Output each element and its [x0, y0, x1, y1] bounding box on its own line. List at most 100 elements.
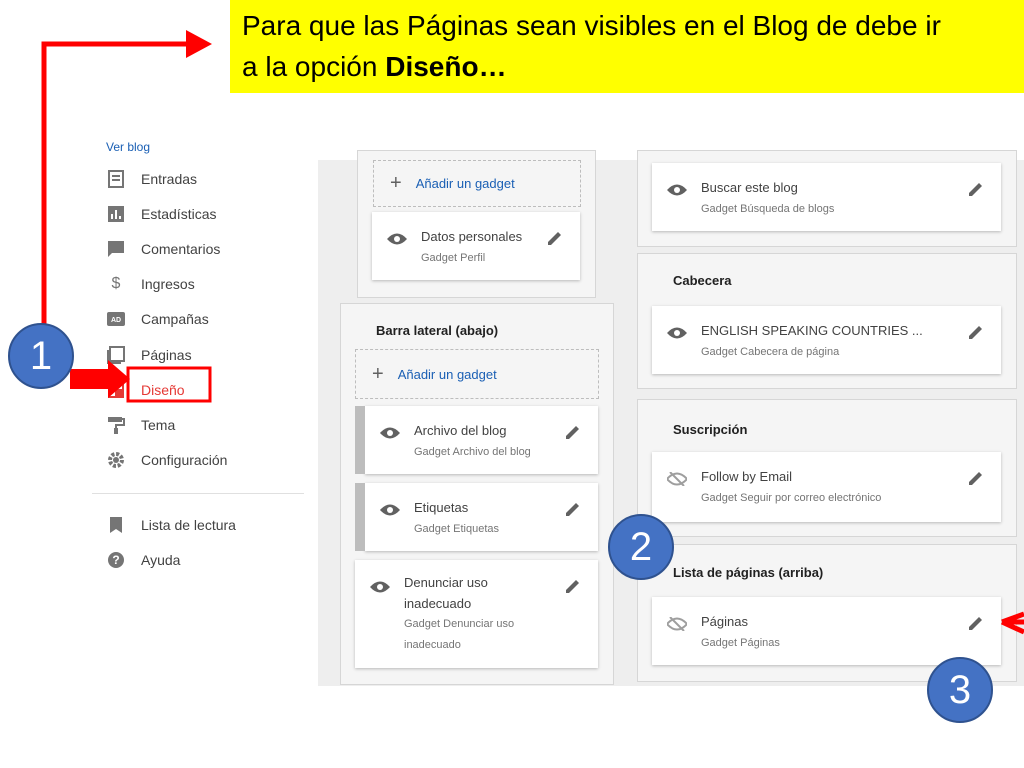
gadget-follow-by-email[interactable]: Follow by Email Gadget Seguir por correo… — [652, 452, 1001, 522]
plus-icon: + — [390, 172, 402, 194]
eye-icon[interactable] — [387, 232, 407, 246]
gadget-cabecera[interactable]: ENGLISH SPEAKING COUNTRIES ... Gadget Ca… — [652, 306, 1001, 374]
add-gadget-button[interactable]: + Añadir un gadget — [355, 349, 599, 399]
gadget-datos-personales[interactable]: Datos personales Gadget Perfil — [372, 212, 580, 280]
sidebar-item-ingresos[interactable]: $ Ingresos — [106, 269, 306, 299]
instruction-callout: Para que las Páginas sean visibles en el… — [230, 0, 1024, 93]
section-title: Suscripción — [673, 422, 748, 437]
edit-pencil-icon[interactable] — [546, 229, 564, 247]
gadget-buscar-este-blog[interactable]: Buscar este blog Gadget Búsqueda de blog… — [652, 163, 1001, 231]
gadget-name: Datos personales — [421, 229, 523, 244]
sidebar-item-label: Configuración — [141, 452, 228, 468]
sidebar-item-ayuda[interactable]: ? Ayuda — [106, 545, 306, 575]
sidebar-item-label: Campañas — [141, 311, 209, 327]
stats-icon — [106, 204, 126, 224]
sidebar-item-estadisticas[interactable]: Estadísticas — [106, 199, 306, 229]
gear-icon — [106, 450, 126, 470]
plus-icon: + — [372, 362, 384, 385]
gadget-name: Etiquetas — [414, 500, 469, 515]
posts-icon — [106, 169, 126, 189]
gadget-type: Gadget Búsqueda de blogs — [701, 203, 835, 215]
gadget-type: Gadget Etiquetas — [414, 523, 500, 535]
gadget-paginas[interactable]: Páginas Gadget Páginas — [652, 597, 1001, 665]
sidebar-item-campanas[interactable]: AD Campañas — [106, 304, 306, 334]
gadget-name: Buscar este blog — [701, 180, 798, 195]
sidebar-item-label: Entradas — [141, 171, 198, 187]
sidebar-item-tema[interactable]: Tema — [106, 410, 306, 440]
add-gadget-label: Añadir un gadget — [415, 176, 515, 191]
sidebar-item-label: Ingresos — [141, 276, 195, 292]
gadget-name: Follow by Email — [701, 469, 793, 484]
callout-line-2-bold: Diseño… — [385, 51, 507, 82]
sidebar-item-label: Comentarios — [141, 241, 221, 257]
step-badge-2: 2 — [608, 514, 674, 580]
callout-line-2: a la opción Diseño… — [242, 51, 507, 83]
eye-icon[interactable] — [370, 580, 390, 594]
edit-pencil-icon[interactable] — [967, 180, 985, 198]
edit-pencil-icon[interactable] — [967, 323, 985, 341]
layout-section-top-left: + Añadir un gadget Datos personales Gadg… — [357, 150, 596, 298]
sidebar-item-entradas[interactable]: Entradas — [106, 164, 306, 194]
step-badge-3: 3 — [927, 657, 993, 723]
sidebar-item-label: Ayuda — [141, 552, 181, 568]
gadget-type: Gadget Páginas — [701, 637, 780, 649]
gadget-type: Gadget Cabecera de página — [701, 346, 840, 358]
comments-icon — [106, 239, 126, 259]
step-badge-1: 1 — [8, 323, 74, 389]
gadget-name: Archivo del blog — [414, 423, 507, 438]
ad-icon: AD — [106, 309, 126, 329]
layout-section-sidebar-bottom: Barra lateral (abajo) + Añadir un gadget… — [340, 303, 614, 685]
gadget-type-line-1: Gadget Denunciar uso — [404, 618, 515, 630]
sidebar-item-label: Páginas — [141, 347, 192, 363]
paint-roller-icon — [106, 415, 126, 435]
edit-pencil-icon[interactable] — [564, 423, 582, 441]
add-gadget-button[interactable]: + Añadir un gadget — [373, 160, 581, 207]
layout-icon — [106, 380, 126, 400]
sidebar-item-comentarios[interactable]: Comentarios — [106, 234, 306, 264]
add-gadget-label: Añadir un gadget — [397, 366, 497, 382]
edit-pencil-icon[interactable] — [967, 469, 985, 487]
callout-line-2-prefix: a la opción — [242, 51, 386, 82]
gadget-type: Gadget Perfil — [421, 252, 486, 264]
gadget-denunciar-uso-inadecuado[interactable]: Denunciar uso inadecuado Gadget Denuncia… — [355, 560, 598, 668]
sidebar-item-configuracion[interactable]: Configuración — [106, 445, 306, 475]
gadget-name: ENGLISH SPEAKING COUNTRIES ... — [701, 323, 923, 338]
gadget-type: Gadget Archivo del blog — [414, 446, 531, 458]
sidebar-item-label: Tema — [141, 417, 176, 433]
eye-icon[interactable] — [667, 183, 687, 197]
layout-section-search: Buscar este blog Gadget Búsqueda de blog… — [637, 150, 1017, 247]
eye-icon[interactable] — [380, 426, 400, 440]
layout-section-suscripcion: Suscripción Follow by Email Gadget Segui… — [637, 399, 1017, 537]
drag-handle[interactable] — [355, 483, 365, 551]
drag-handle[interactable] — [355, 406, 365, 474]
gadget-etiquetas[interactable]: Etiquetas Gadget Etiquetas — [355, 483, 598, 551]
sidebar-item-diseno[interactable]: Diseño — [106, 375, 306, 405]
help-icon: ? — [106, 550, 126, 570]
eye-icon[interactable] — [380, 503, 400, 517]
eye-icon[interactable] — [667, 326, 687, 340]
gadget-name-line-2: inadecuado — [404, 596, 472, 611]
section-title: Barra lateral (abajo) — [376, 323, 499, 338]
gadget-archivo-del-blog[interactable]: Archivo del blog Gadget Archivo del blog — [355, 406, 598, 474]
svg-text:AD: AD — [111, 317, 121, 324]
gadget-type: Gadget Seguir por correo electrónico — [701, 492, 882, 504]
section-title: Lista de páginas (arriba) — [673, 565, 824, 580]
pages-icon — [106, 345, 126, 365]
layout-section-cabecera: Cabecera ENGLISH SPEAKING COUNTRIES ... … — [637, 253, 1017, 389]
connector-arrowhead — [186, 30, 212, 58]
gadget-name: Páginas — [701, 614, 748, 629]
sidebar-item-paginas[interactable]: Páginas — [106, 340, 306, 370]
eye-off-icon[interactable] — [667, 472, 687, 486]
sidebar-divider — [92, 493, 304, 494]
svg-text:?: ? — [112, 553, 119, 567]
edit-pencil-icon[interactable] — [564, 500, 582, 518]
view-blog-link[interactable]: Ver blog — [106, 140, 150, 154]
eye-off-icon[interactable] — [667, 617, 687, 631]
dollar-icon: $ — [111, 275, 121, 292]
gadget-name-line-1: Denunciar uso — [404, 575, 488, 590]
bookmark-icon — [106, 515, 126, 535]
edit-pencil-icon[interactable] — [564, 577, 582, 595]
sidebar-item-label: Lista de lectura — [141, 517, 236, 533]
sidebar-item-lista-de-lectura[interactable]: Lista de lectura — [106, 510, 306, 540]
edit-pencil-icon[interactable] — [967, 614, 985, 632]
